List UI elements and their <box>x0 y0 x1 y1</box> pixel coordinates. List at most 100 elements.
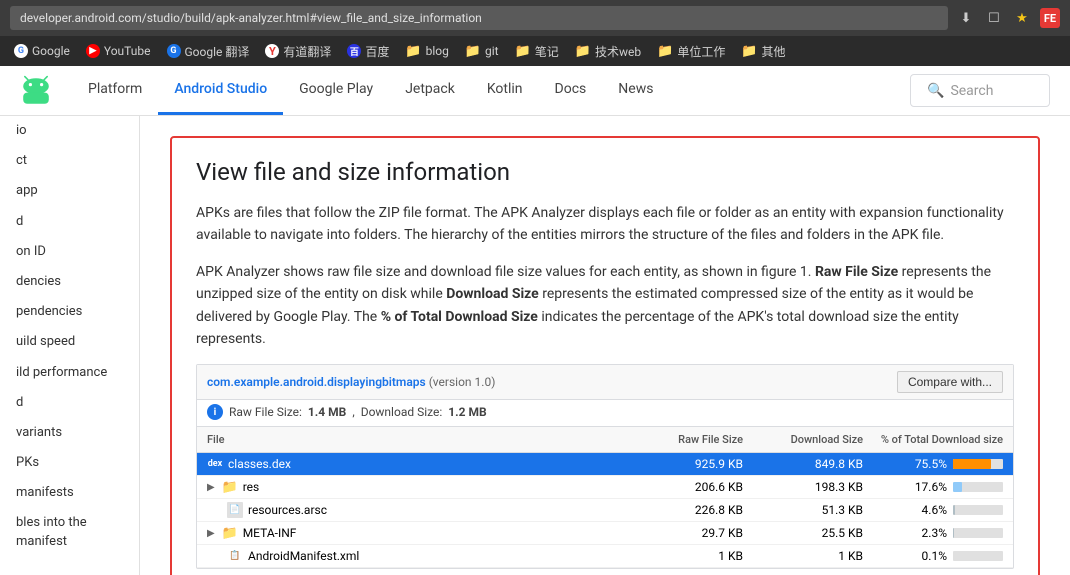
bookmark-youdao[interactable]: Y 有道翻译 <box>259 41 337 62</box>
bookmark-tech-label: 技术web <box>595 43 641 60</box>
para2-pre: APK Analyzer shows raw file size and dow… <box>196 264 815 280</box>
col-file: File <box>207 431 643 448</box>
bookmark-git[interactable]: 📁 git <box>459 42 505 61</box>
table-row[interactable]: 📋 AndroidManifest.xml 1 KB 1 KB 0.1% <box>197 545 1013 568</box>
file-name: resources.arsc <box>248 503 327 517</box>
file-name: AndroidManifest.xml <box>248 549 359 563</box>
nav-item-android-studio[interactable]: Android Studio <box>158 66 283 115</box>
dl-size-label: Download Size: <box>361 405 443 419</box>
apk-title: com.example.android.displayingbitmaps (v… <box>207 375 495 389</box>
nav-item-kotlin[interactable]: Kotlin <box>471 66 539 115</box>
bookmark-blog[interactable]: 📁 blog <box>399 42 454 61</box>
sidebar-item-pks[interactable]: PKs <box>0 448 139 478</box>
sidebar-item-ct[interactable]: ct <box>0 146 139 176</box>
apk-version: (version 1.0) <box>429 375 496 389</box>
bookmark-google-translate[interactable]: G Google 翻译 <box>161 41 256 62</box>
table-row[interactable]: dex classes.dex 925.9 KB 849.8 KB 75.5% <box>197 453 1013 476</box>
apk-package: com.example.android.displayingbitmaps <box>207 375 426 389</box>
sidebar-item-d2[interactable]: d <box>0 388 139 418</box>
bookmark-work-label: 单位工作 <box>677 43 725 60</box>
sidebar-item-io[interactable]: io <box>0 116 139 146</box>
nav-item-google-play[interactable]: Google Play <box>283 66 389 115</box>
sidebar-item-manifest-bles[interactable]: bles into the manifest <box>0 508 139 556</box>
bookmark-baidu[interactable]: 百 百度 <box>341 41 395 62</box>
search-icon: 🔍 <box>927 83 944 99</box>
progress-fill <box>953 459 991 469</box>
apk-size-info: i Raw File Size: 1.4 MB, Download Size: … <box>197 400 1013 427</box>
bookmark-work[interactable]: 📁 单位工作 <box>651 41 731 62</box>
url-bar[interactable]: developer.android.com/studio/build/apk-a… <box>10 6 948 30</box>
sidebar-item-dencies[interactable]: dencies <box>0 267 139 297</box>
browser-icons: ⬇ ☐ ★ FE <box>956 8 1060 28</box>
pct-cell: 4.6% <box>863 503 1003 517</box>
sidebar-item-variants[interactable]: variants <box>0 418 139 448</box>
progress-bar <box>953 505 1003 515</box>
pct-value: 4.6% <box>922 503 947 517</box>
progress-fill <box>953 505 955 515</box>
progress-bar <box>953 482 1003 492</box>
para2-bold1: Raw File Size <box>815 264 898 280</box>
compare-button[interactable]: Compare with... <box>897 371 1003 393</box>
table-row[interactable]: 📄 resources.arsc 226.8 KB 51.3 KB 4.6% <box>197 499 1013 522</box>
bookmarks-bar: G Google ▶ YouTube G Google 翻译 Y 有道翻译 百 … <box>0 36 1070 66</box>
info-icon: i <box>207 404 223 420</box>
bookmark-youdao-label: 有道翻译 <box>283 43 331 60</box>
sidebar-item-pendencies[interactable]: pendencies <box>0 297 139 327</box>
table-header: File Raw File Size Download Size % of To… <box>197 427 1013 453</box>
sidebar-item-manifests[interactable]: manifests <box>0 478 139 508</box>
nav-search[interactable]: 🔍 Search <box>910 74 1050 107</box>
bookmark-google-translate-label: Google 翻译 <box>185 43 250 60</box>
progress-fill <box>953 482 962 492</box>
content-area: View file and size information APKs are … <box>140 116 1070 575</box>
progress-bar <box>953 528 1003 538</box>
profile-icon[interactable]: FE <box>1040 8 1060 28</box>
expand-icon: ▶ <box>207 482 215 493</box>
bookmark-google[interactable]: G Google <box>8 42 76 60</box>
nav-item-docs[interactable]: Docs <box>539 66 603 115</box>
para2-bold3: % of Total Download Size <box>381 309 538 325</box>
progress-fill <box>953 528 954 538</box>
sidebar-item-app[interactable]: app <box>0 176 139 206</box>
file-cell: ▶ 📁 META-INF <box>207 525 643 541</box>
sidebar-item-build-perf[interactable]: ild performance <box>0 358 139 388</box>
sidebar-item-build-speed[interactable]: uild speed <box>0 327 139 357</box>
folder-icon: 📁 <box>657 44 673 59</box>
bookmark-blog-label: blog <box>426 44 449 58</box>
youdao-favicon: Y <box>265 44 279 58</box>
nav-item-jetpack[interactable]: Jetpack <box>389 66 471 115</box>
nav-item-news[interactable]: News <box>602 66 669 115</box>
pct-cell: 2.3% <box>863 526 1003 540</box>
bookmark-youtube[interactable]: ▶ YouTube <box>80 42 157 60</box>
file-name: META-INF <box>243 526 297 540</box>
raw-size: 925.9 KB <box>643 457 743 471</box>
bookmark-tech[interactable]: 📁 技术web <box>569 41 647 62</box>
xml-icon: 📋 <box>227 548 243 564</box>
sidebar-item-d[interactable]: d <box>0 207 139 237</box>
cast-icon[interactable]: ☐ <box>984 8 1004 28</box>
pct-value: 17.6% <box>915 480 947 494</box>
dl-size: 198.3 KB <box>743 480 863 494</box>
paragraph2: APK Analyzer shows raw file size and dow… <box>196 261 1014 351</box>
bookmark-other[interactable]: 📁 其他 <box>735 41 791 62</box>
bookmark-star-icon[interactable]: ★ <box>1012 8 1032 28</box>
file-cell: 📄 resources.arsc <box>207 502 643 518</box>
apk-container: com.example.android.displayingbitmaps (v… <box>196 364 1014 569</box>
android-logo <box>20 66 62 115</box>
folder-icon: 📁 <box>515 44 531 59</box>
dl-size-value: 1.2 MB <box>448 405 486 419</box>
download-icon[interactable]: ⬇ <box>956 8 976 28</box>
sidebar-item-onid[interactable]: on ID <box>0 237 139 267</box>
bookmark-notes[interactable]: 📁 笔记 <box>509 41 565 62</box>
progress-bar <box>953 551 1003 561</box>
table-row[interactable]: ▶ 📁 res 206.6 KB 198.3 KB 17.6% <box>197 476 1013 499</box>
table-row[interactable]: ▶ 📁 META-INF 29.7 KB 25.5 KB 2.3% <box>197 522 1013 545</box>
folder-icon: 📁 <box>741 44 757 59</box>
dl-size: 1 KB <box>743 549 863 563</box>
nav-item-platform[interactable]: Platform <box>72 66 158 115</box>
content-box: View file and size information APKs are … <box>170 136 1040 575</box>
dex-icon: dex <box>207 456 223 472</box>
folder-icon: 📁 <box>222 479 238 495</box>
nav-items: Platform Android Studio Google Play Jetp… <box>72 66 910 115</box>
bookmark-other-label: 其他 <box>762 43 786 60</box>
file-cell: 📋 AndroidManifest.xml <box>207 548 643 564</box>
